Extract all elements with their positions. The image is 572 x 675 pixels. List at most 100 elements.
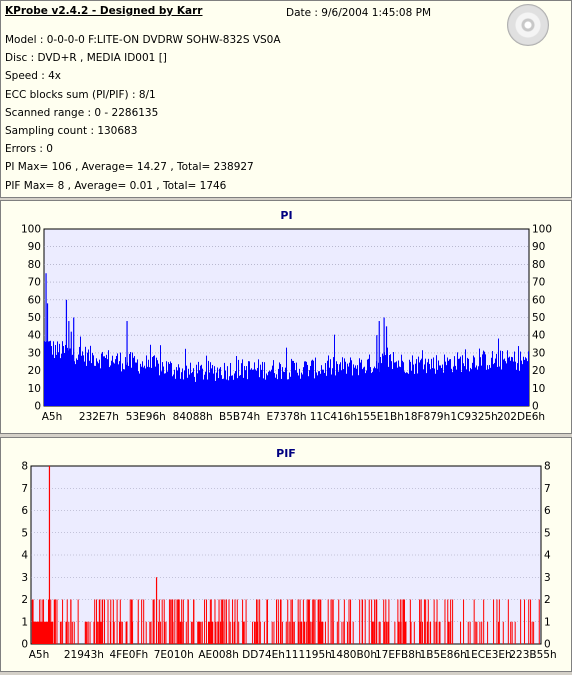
pi-bar bbox=[409, 359, 410, 406]
y-tick-label-right: 80 bbox=[532, 259, 545, 271]
pi-bar bbox=[453, 366, 454, 406]
pif-bar bbox=[150, 621, 152, 644]
pi-bar bbox=[524, 359, 525, 406]
pif-bar bbox=[493, 599, 495, 644]
pi-bar bbox=[206, 355, 207, 406]
x-tick-label: 1B5E86h bbox=[420, 649, 467, 661]
pi-bar bbox=[228, 380, 229, 406]
pi-bar bbox=[412, 355, 413, 406]
pi-bar bbox=[303, 367, 304, 406]
pi-bar bbox=[178, 364, 179, 406]
pi-bar bbox=[260, 364, 261, 406]
app-title: KProbe v2.4.2 - Designed by Karr bbox=[5, 5, 203, 17]
pi-bar bbox=[166, 361, 167, 406]
pi-bar bbox=[96, 358, 97, 406]
pi-bar bbox=[125, 357, 126, 406]
pi-bar bbox=[142, 361, 143, 406]
pif-bar bbox=[222, 599, 224, 644]
pi-bar bbox=[498, 338, 499, 406]
y-tick-label: 60 bbox=[28, 294, 41, 306]
pi-bar bbox=[123, 369, 124, 406]
pi-bar bbox=[366, 370, 367, 406]
pi-bar bbox=[405, 373, 406, 406]
pif-bar bbox=[438, 621, 440, 644]
pi-bar bbox=[525, 357, 526, 406]
pif-bar bbox=[394, 621, 396, 644]
pi-bar bbox=[406, 372, 407, 406]
pi-bar bbox=[404, 371, 405, 406]
pi-bar bbox=[413, 364, 414, 406]
pi-bar bbox=[249, 361, 250, 406]
pi-bar bbox=[313, 360, 314, 406]
pif-bar bbox=[143, 599, 145, 644]
pi-bar bbox=[193, 368, 194, 406]
pi-bar bbox=[203, 379, 204, 406]
pi-bar bbox=[382, 353, 383, 406]
y-tick-label: 0 bbox=[21, 639, 28, 651]
pi-bar bbox=[205, 371, 206, 406]
pif-bar bbox=[238, 621, 240, 644]
pi-bar bbox=[375, 368, 376, 406]
pi-bar bbox=[437, 369, 438, 406]
pi-bar bbox=[351, 360, 352, 406]
pi-bar bbox=[450, 359, 451, 406]
pi-bar bbox=[87, 352, 88, 406]
pi-bar bbox=[435, 373, 436, 406]
pi-bar bbox=[152, 357, 153, 406]
pi-bar bbox=[301, 372, 302, 406]
pi-bar bbox=[108, 350, 109, 406]
pi-bar bbox=[274, 373, 275, 406]
pif-bar bbox=[70, 599, 72, 644]
pi-bar bbox=[487, 365, 488, 406]
pif-bar bbox=[299, 599, 301, 644]
pif-bar bbox=[444, 599, 446, 644]
pif-bar bbox=[73, 621, 75, 644]
pif-bar bbox=[177, 599, 179, 644]
pif-bar bbox=[330, 599, 332, 644]
pi-bar bbox=[169, 363, 170, 406]
pi-bar bbox=[451, 368, 452, 406]
pif-bar bbox=[96, 599, 98, 644]
pi-bar bbox=[368, 358, 369, 406]
pi-bar bbox=[100, 368, 101, 406]
pi-bar bbox=[89, 360, 90, 406]
pif-bar bbox=[94, 599, 96, 644]
info-line: Model : 0-0-0-0 F:LITE-ON DVDRW SOHW-832… bbox=[5, 34, 281, 46]
pif-bar bbox=[420, 599, 422, 644]
pif-bar bbox=[481, 621, 483, 644]
pif-bar bbox=[199, 621, 201, 644]
pi-bar bbox=[468, 358, 469, 406]
pif-bar bbox=[66, 599, 68, 644]
pif-bar bbox=[433, 599, 435, 644]
pi-bar bbox=[93, 355, 94, 406]
pi-bar bbox=[294, 362, 295, 406]
pi-bar bbox=[44, 341, 45, 406]
pi-bar bbox=[137, 359, 138, 406]
pif-bar bbox=[487, 621, 489, 644]
pif-bar bbox=[479, 621, 481, 644]
pi-bar bbox=[155, 366, 156, 406]
pi-bar bbox=[446, 365, 447, 406]
pi-bar bbox=[371, 373, 372, 406]
y-tick-label: 8 bbox=[21, 461, 28, 473]
spike-bar bbox=[383, 317, 385, 406]
pif-bar bbox=[86, 621, 88, 644]
pi-bar bbox=[185, 348, 186, 406]
pi-bar bbox=[138, 371, 139, 406]
x-tick-label: DD74Eh bbox=[242, 649, 285, 661]
pif-bar bbox=[104, 599, 106, 644]
pi-bar bbox=[415, 363, 416, 406]
pi-bar bbox=[256, 370, 257, 406]
pi-bar bbox=[407, 372, 408, 406]
pi-bar bbox=[85, 346, 86, 406]
pif-bar bbox=[386, 621, 388, 644]
pi-bar bbox=[324, 372, 325, 406]
pi-bar bbox=[381, 363, 382, 406]
pi-bar bbox=[77, 359, 78, 406]
pi-bar bbox=[416, 359, 417, 406]
pif-bar bbox=[467, 621, 469, 644]
pi-bar bbox=[277, 379, 278, 406]
pif-bar bbox=[298, 621, 300, 644]
pi-bar bbox=[474, 357, 475, 406]
pi-bar bbox=[244, 366, 245, 406]
